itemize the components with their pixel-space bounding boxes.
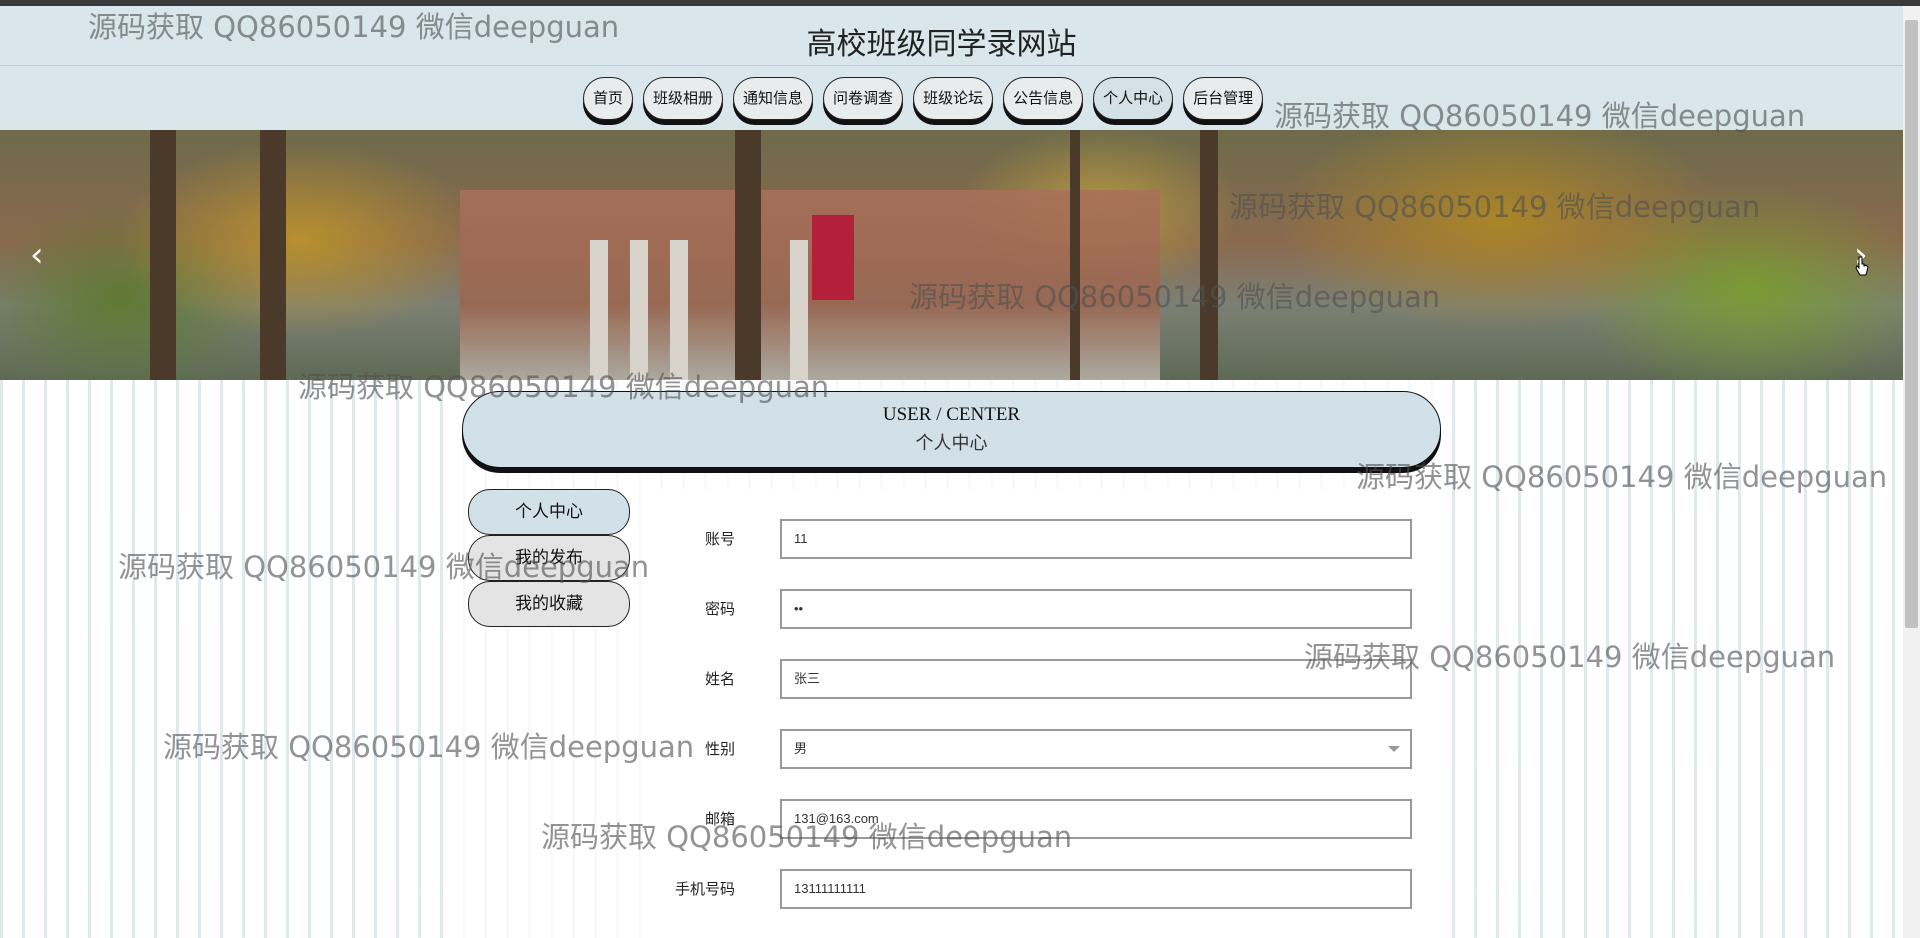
form-row-account: 账号 11: [645, 519, 1438, 559]
nav-item-home[interactable]: 首页: [583, 77, 634, 120]
account-field[interactable]: 11: [780, 519, 1412, 559]
side-item-user-center[interactable]: 个人中心: [468, 489, 630, 535]
section-title-cn: 个人中心: [915, 433, 988, 453]
site-header: 高校班级同学录网站: [0, 6, 1903, 66]
gender-select[interactable]: 男: [780, 729, 1412, 769]
side-item-my-posts[interactable]: 我的发布: [468, 535, 630, 581]
name-field[interactable]: 张三: [780, 659, 1412, 699]
gender-select-value: 男: [794, 741, 808, 756]
nav-item-forum[interactable]: 班级论坛: [913, 77, 994, 120]
section-title-en: USER / CENTER: [882, 404, 1021, 425]
form-row-password: 密码 ••: [645, 589, 1438, 629]
section-header: USER / CENTER 个人中心: [462, 391, 1441, 468]
banner-building-image: [460, 190, 1160, 380]
nav-item-survey[interactable]: 问卷调查: [823, 77, 904, 120]
side-item-my-favorites[interactable]: 我的收藏: [468, 581, 630, 627]
main-nav: 首页 班级相册 通知信息 问卷调查 班级论坛 公告信息 个人中心 后台管理: [0, 66, 1903, 130]
profile-form: 账号 11 密码 •• 姓名 张三 性别 男 邮箱 131@163.com 手机…: [645, 489, 1438, 938]
nav-item-notices[interactable]: 通知信息: [733, 77, 814, 120]
form-row-gender: 性别 男: [645, 729, 1438, 769]
site-title: 高校班级同学录网站: [806, 27, 1077, 62]
nav-item-user-center[interactable]: 个人中心: [1093, 77, 1174, 120]
email-label: 邮箱: [704, 810, 735, 828]
gender-label: 性别: [704, 740, 735, 758]
password-field[interactable]: ••: [780, 589, 1412, 629]
phone-label: 手机号码: [674, 880, 735, 898]
nav-item-announcements[interactable]: 公告信息: [1003, 77, 1084, 120]
chevron-down-icon: [1388, 746, 1400, 752]
scrollbar-thumb[interactable]: [1905, 20, 1918, 628]
name-label: 姓名: [704, 670, 735, 688]
form-row-email: 邮箱 131@163.com: [645, 799, 1438, 839]
account-label: 账号: [704, 530, 735, 548]
side-menu: 个人中心 我的发布 我的收藏: [468, 489, 630, 627]
mouse-cursor-icon: [1855, 256, 1869, 276]
phone-field[interactable]: 13111111111: [780, 869, 1412, 909]
banner-flag: [812, 215, 854, 300]
nav-item-class-album[interactable]: 班级相册: [643, 77, 724, 120]
nav-item-admin[interactable]: 后台管理: [1183, 77, 1264, 120]
email-field[interactable]: 131@163.com: [780, 799, 1412, 839]
password-label: 密码: [704, 600, 735, 618]
form-row-phone: 手机号码 13111111111: [645, 869, 1438, 909]
chevron-left-icon[interactable]: ‹: [30, 238, 44, 272]
banner-carousel: ‹ ›: [0, 130, 1903, 380]
page-scrollbar[interactable]: [1903, 6, 1920, 938]
form-row-name: 姓名 张三: [645, 659, 1438, 699]
